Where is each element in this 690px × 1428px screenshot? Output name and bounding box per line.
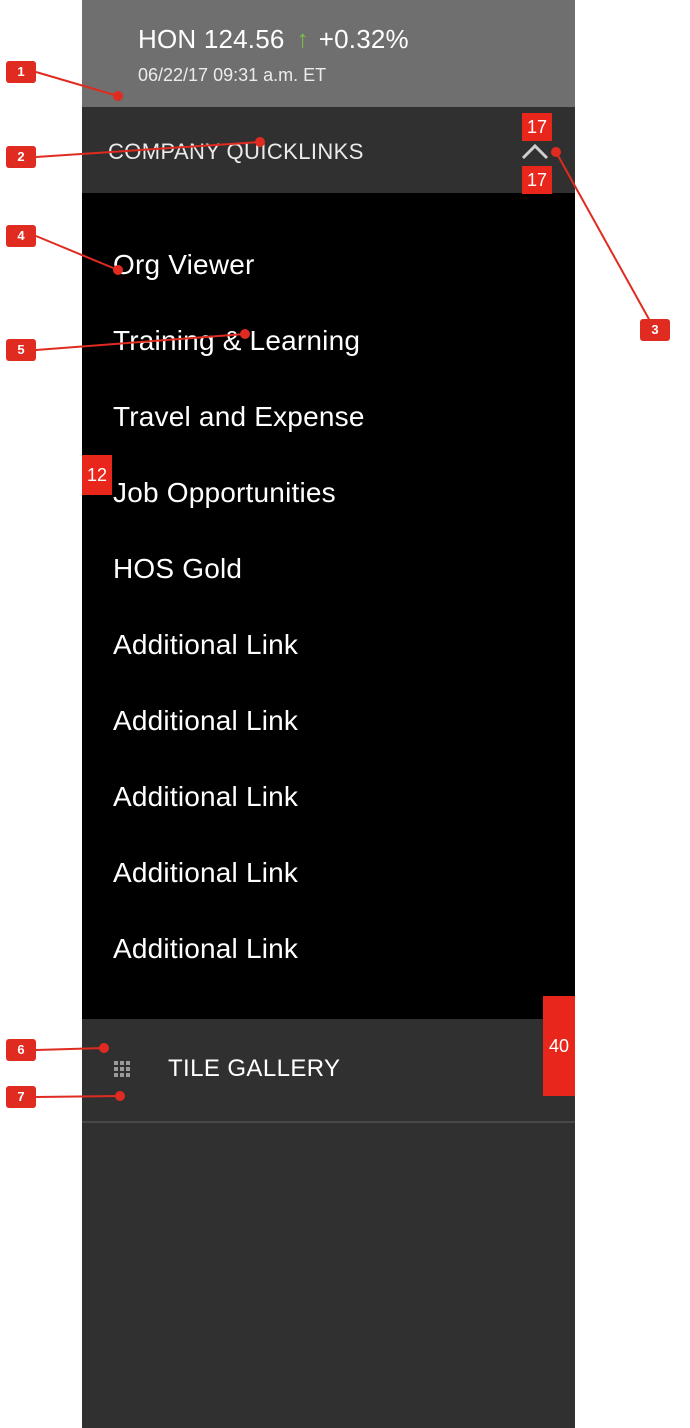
quicklink-travel-expense[interactable]: Travel and Expense: [113, 401, 365, 433]
grid-icon: [114, 1061, 130, 1077]
quicklinks-header[interactable]: COMPANY QUICKLINKS: [82, 107, 575, 193]
quicklink-additional-5[interactable]: Additional Link: [113, 933, 298, 965]
stock-ticker: HON 124.56 ↑ +0.32% 06/22/17 09:31 a.m. ET: [82, 0, 575, 107]
side-panel: HON 124.56 ↑ +0.32% 06/22/17 09:31 a.m. ET…: [82, 0, 575, 1428]
stock-timestamp: 06/22/17 09:31 a.m. ET: [138, 65, 327, 85]
screen: HON 124.56 ↑ +0.32% 06/22/17 09:31 a.m. ET…: [0, 0, 690, 1428]
callout-badge-6: 6: [6, 1039, 36, 1061]
quicklink-additional-2[interactable]: Additional Link: [113, 705, 298, 737]
quicklink-additional-4[interactable]: Additional Link: [113, 857, 298, 889]
callout-badge-3: 3: [640, 319, 670, 341]
callout-badge-4: 4: [6, 225, 36, 247]
callout-badge-7: 7: [6, 1086, 36, 1108]
quicklink-additional-3[interactable]: Additional Link: [113, 781, 298, 813]
spacing-marker-link-left: 12: [82, 455, 112, 495]
chevron-up-icon[interactable]: [520, 141, 550, 161]
arrow-up-icon: ↑: [296, 26, 309, 53]
stock-symbol: HON: [138, 24, 197, 54]
quicklink-job-opportunities[interactable]: Job Opportunities: [113, 477, 336, 509]
tile-gallery-label: TILE GALLERY: [168, 1055, 341, 1082]
tile-gallery-button[interactable]: TILE GALLERY: [82, 1019, 575, 1123]
quicklink-additional-1[interactable]: Additional Link: [113, 629, 298, 661]
quicklinks-title: COMPANY QUICKLINKS: [108, 139, 364, 164]
quicklinks-list: Org Viewer Training & Learning Travel an…: [82, 193, 575, 1019]
stock-quote: HON 124.56 ↑ +0.32%: [138, 24, 409, 55]
quicklink-org-viewer[interactable]: Org Viewer: [113, 249, 255, 281]
callout-badge-1: 1: [6, 61, 36, 83]
spacing-marker-tile-row: 40: [543, 996, 575, 1096]
stock-change: +0.32%: [318, 24, 409, 54]
spacing-marker-chevron-bottom: 17: [522, 166, 552, 194]
stock-price: 124.56: [203, 24, 285, 54]
callout-badge-2: 2: [6, 146, 36, 168]
quicklink-training-learning[interactable]: Training & Learning: [113, 325, 360, 357]
quicklink-hos-gold[interactable]: HOS Gold: [113, 553, 242, 585]
spacing-marker-chevron-top: 17: [522, 113, 552, 141]
callout-badge-5: 5: [6, 339, 36, 361]
